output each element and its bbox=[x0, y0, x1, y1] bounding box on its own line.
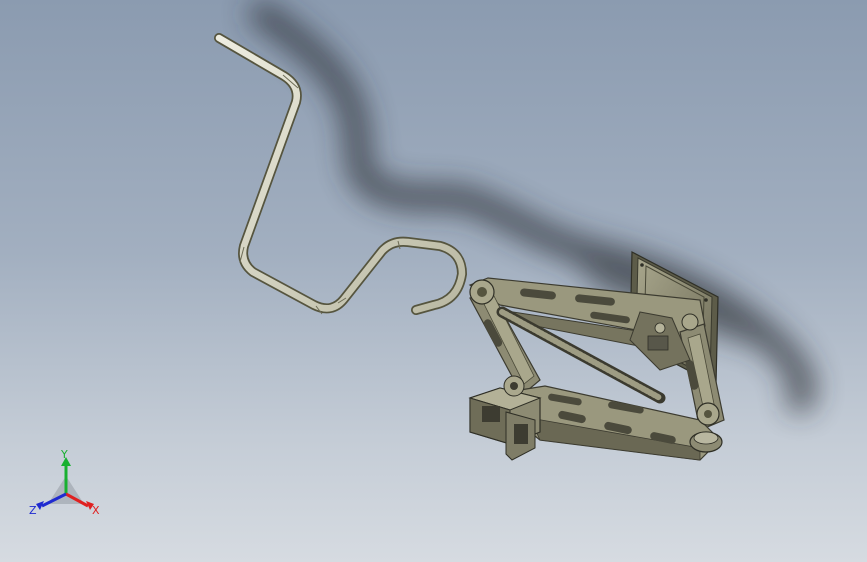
model-scene[interactable] bbox=[0, 0, 867, 562]
x-axis-label: X bbox=[92, 504, 100, 517]
y-axis-label: Y bbox=[60, 448, 68, 461]
orientation-triad[interactable]: Y X Z bbox=[28, 448, 104, 524]
model-viewport[interactable]: Y X Z bbox=[0, 0, 867, 562]
cast-shadow bbox=[249, 1, 816, 413]
lower-arm bbox=[514, 385, 721, 461]
z-axis-label: Z bbox=[29, 504, 37, 517]
